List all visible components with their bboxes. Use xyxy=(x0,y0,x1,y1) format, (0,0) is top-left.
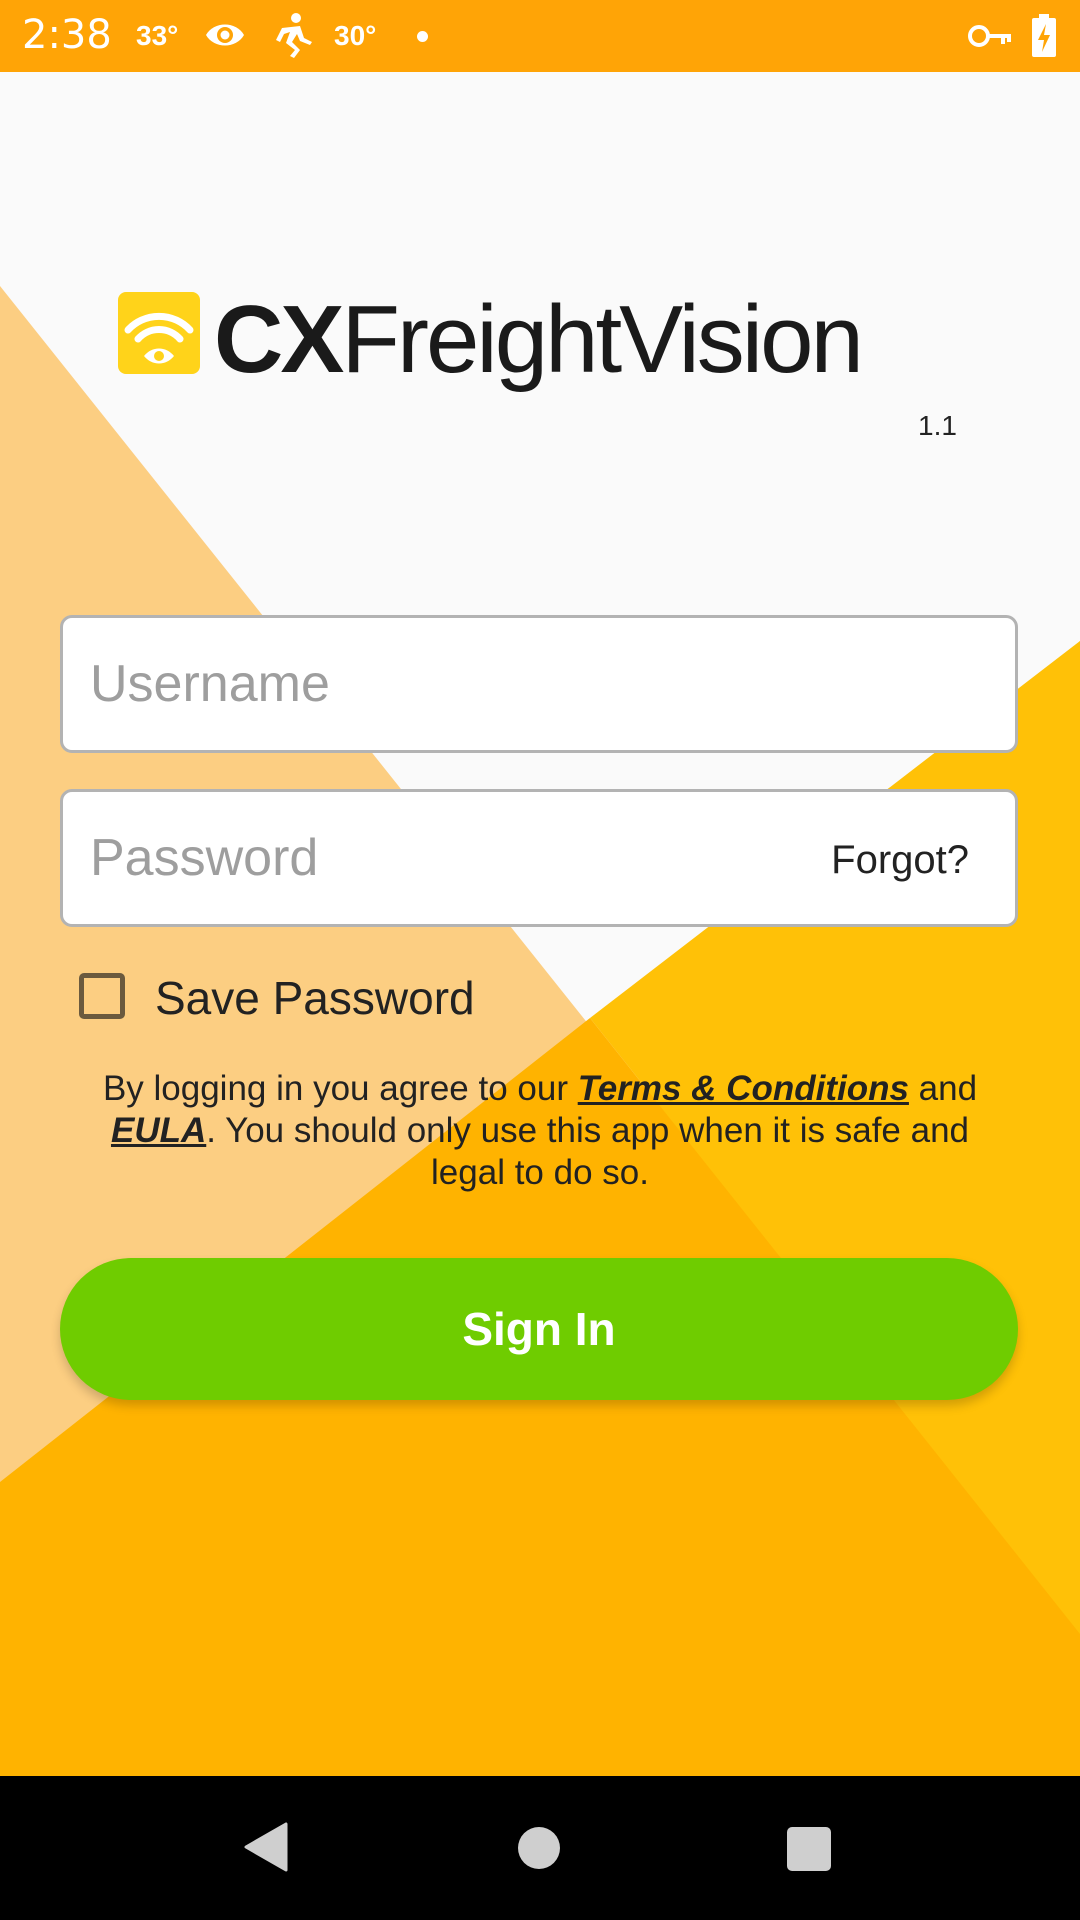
wifi-eye-logo-icon xyxy=(118,292,200,379)
navigation-bar xyxy=(0,1776,1080,1920)
sign-in-button[interactable]: Sign In xyxy=(60,1258,1018,1400)
logo-freightvision: FreightVision xyxy=(341,286,864,393)
terms-conditions-link[interactable]: Terms & Conditions xyxy=(578,1069,909,1108)
status-time: 2:38 xyxy=(22,12,112,58)
terms-middle: and xyxy=(908,1069,978,1108)
terms-prefix: By logging in you agree to our xyxy=(102,1069,578,1108)
save-password-checkbox[interactable] xyxy=(79,973,125,1019)
home-icon[interactable] xyxy=(518,1827,560,1869)
runner-icon xyxy=(270,12,316,65)
username-field[interactable] xyxy=(60,615,1018,753)
save-password-label[interactable]: Save Password xyxy=(155,970,475,1026)
status-temperature-2: 30° xyxy=(334,20,377,51)
logo-cx: CX xyxy=(214,286,344,393)
forgot-password-link[interactable]: Forgot? xyxy=(831,838,969,883)
app-wordmark: CXFreightVision xyxy=(214,290,864,390)
password-input[interactable] xyxy=(90,792,850,924)
app-logo: CXFreightVision xyxy=(118,290,998,400)
battery-charging-icon xyxy=(1031,14,1057,63)
terms-suffix: . You should only use this app when it i… xyxy=(206,1111,970,1192)
dot-icon xyxy=(417,31,428,42)
key-icon xyxy=(968,22,1012,55)
recent-apps-icon[interactable] xyxy=(787,1827,831,1871)
username-input[interactable] xyxy=(90,618,850,750)
status-bar: 2:38 33° 30° xyxy=(0,0,1080,72)
password-field[interactable]: Forgot? xyxy=(60,789,1018,927)
back-icon[interactable] xyxy=(244,1822,288,1877)
terms-notice: By logging in you agree to our Terms & C… xyxy=(90,1068,990,1194)
status-temperature: 33° xyxy=(136,20,179,51)
app-version: 1.1 xyxy=(918,410,957,441)
eye-icon xyxy=(204,18,246,57)
eula-link[interactable]: EULA xyxy=(111,1111,206,1150)
